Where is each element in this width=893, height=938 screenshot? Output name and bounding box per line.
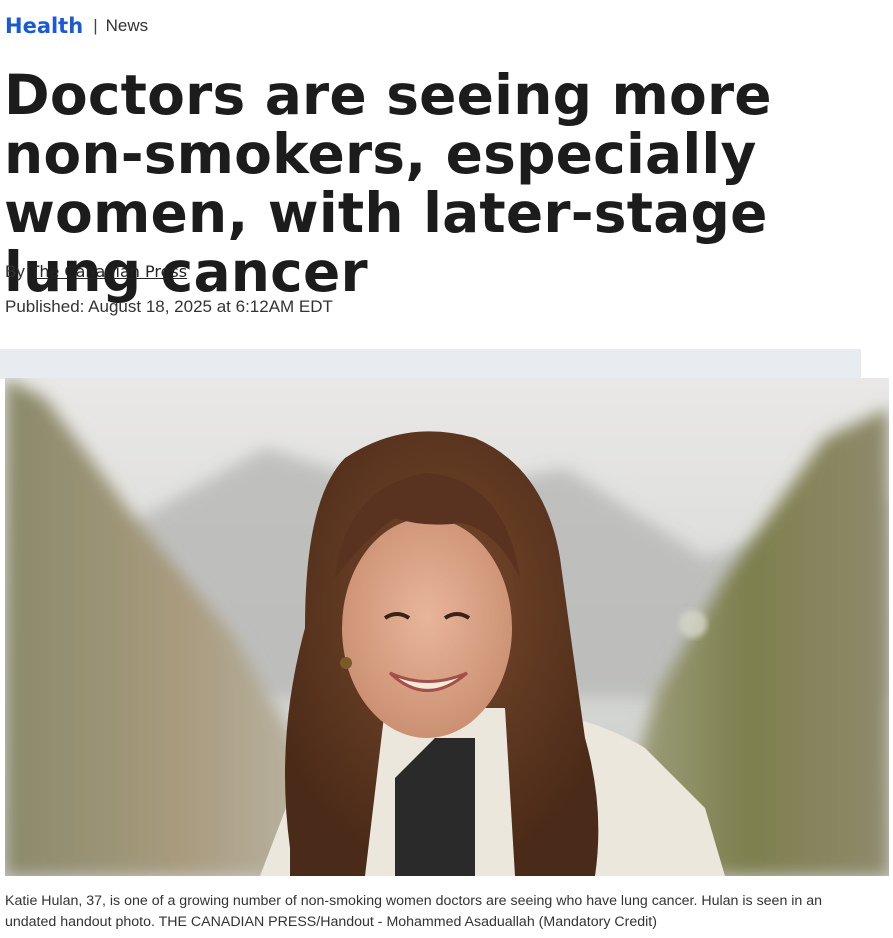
breadcrumb-section-link[interactable]: Health [5, 14, 83, 38]
photo-face [342, 518, 512, 738]
breadcrumb: Health | News [5, 14, 148, 38]
breadcrumb-subsection-link[interactable]: News [106, 16, 149, 36]
breadcrumb-separator: | [93, 16, 98, 35]
published-date: Published: August 18, 2025 at 6:12AM EDT [5, 297, 333, 316]
author-link[interactable]: The Canadian Press [30, 262, 188, 281]
byline: By The Canadian Press [5, 262, 187, 282]
byline-prefix: By [5, 262, 25, 281]
photo-caption: Katie Hulan, 37, is one of a growing num… [5, 893, 823, 930]
article-photo [5, 378, 889, 876]
photo-top-band [0, 349, 861, 379]
